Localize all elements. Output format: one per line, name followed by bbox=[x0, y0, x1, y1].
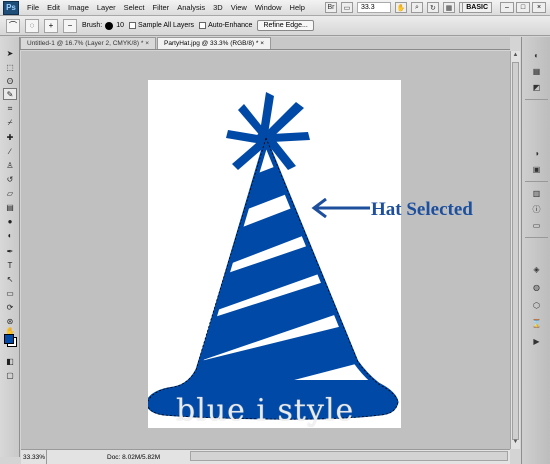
close-icon: × bbox=[260, 40, 265, 47]
menu-view[interactable]: View bbox=[227, 0, 251, 16]
window-controls: – □ × bbox=[500, 2, 546, 13]
styles-icon[interactable]: ◩ bbox=[529, 81, 544, 94]
zoom-tool-icon[interactable]: ⌕ bbox=[410, 2, 423, 13]
menu-edit[interactable]: Edit bbox=[43, 0, 64, 16]
brush-size: 10 bbox=[116, 22, 125, 29]
dodge-icon[interactable]: ◐ bbox=[3, 229, 17, 241]
panel-dock: ◐ ▦ ◩ ◑ ▣ ▥ ⓘ ▭ ◈ ◍ ⬡ ⌛ ▶ bbox=[521, 37, 550, 464]
channels-icon[interactable]: ◍ bbox=[529, 281, 544, 294]
watermark: blue i style bbox=[176, 393, 355, 428]
new-selection-icon[interactable]: ◌ bbox=[25, 18, 39, 33]
mini-bridge-icon[interactable]: ▭ bbox=[340, 2, 353, 13]
menu-help[interactable]: Help bbox=[286, 0, 309, 16]
menu-bar: Ps File Edit Image Layer Select Filter A… bbox=[0, 0, 550, 16]
bridge-icon[interactable]: Br bbox=[324, 2, 337, 13]
eyedropper-icon[interactable]: ⌿ bbox=[3, 117, 17, 129]
gradient-icon[interactable]: ▤ bbox=[3, 201, 17, 213]
menu-image[interactable]: Image bbox=[64, 0, 93, 16]
photoshop-logo: Ps bbox=[3, 0, 19, 15]
paths-icon[interactable]: ⬡ bbox=[529, 299, 544, 312]
scroll-thumb[interactable] bbox=[512, 62, 519, 440]
annotation-label: Hat Selected bbox=[371, 199, 473, 220]
menu-analysis[interactable]: Analysis bbox=[173, 0, 209, 16]
sample-all-layers-checkbox[interactable]: Sample All Layers bbox=[129, 22, 194, 29]
shape-icon[interactable]: ▭ bbox=[3, 287, 17, 299]
brush-picker[interactable]: Brush: 10 bbox=[82, 21, 125, 30]
menu-filter[interactable]: Filter bbox=[149, 0, 174, 16]
menu-select[interactable]: Select bbox=[120, 0, 149, 16]
actions-icon[interactable]: ▶ bbox=[529, 335, 544, 348]
menu-window[interactable]: Window bbox=[251, 0, 286, 16]
maximize-button[interactable]: □ bbox=[516, 2, 530, 13]
path-selection-icon[interactable]: ↖ bbox=[3, 273, 17, 285]
pen-icon[interactable]: ✒ bbox=[3, 245, 17, 257]
document-tabs: Untitled-1 @ 16.7% (Layer 2, CMYK/8) * ×… bbox=[20, 37, 510, 50]
vertical-scrollbar[interactable]: ▲ ▼ bbox=[510, 51, 520, 449]
marquee-icon[interactable]: ⬚ bbox=[3, 61, 17, 73]
layers-icon[interactable]: ◈ bbox=[529, 263, 544, 276]
workspace-switcher[interactable]: BASIC bbox=[462, 2, 492, 13]
add-to-selection-icon[interactable]: + bbox=[44, 18, 58, 33]
menu-3d[interactable]: 3D bbox=[209, 0, 227, 16]
histogram-icon[interactable]: ▥ bbox=[529, 187, 544, 200]
party-hat-image bbox=[148, 92, 399, 420]
arrange-documents-icon[interactable]: ▦ bbox=[442, 2, 455, 13]
info-icon[interactable]: ⓘ bbox=[529, 203, 544, 216]
healing-icon[interactable]: ✚ bbox=[3, 131, 17, 143]
document-canvas[interactable] bbox=[148, 80, 401, 428]
brush-tip-icon bbox=[105, 21, 114, 30]
scroll-down-icon[interactable]: ▼ bbox=[512, 439, 519, 448]
navigator-icon[interactable]: ▭ bbox=[529, 219, 544, 232]
auto-enhance-checkbox[interactable]: Auto-Enhance bbox=[199, 22, 252, 29]
quick-selection-preset-icon[interactable]: ⌒ bbox=[6, 18, 20, 33]
status-doc-size: Doc: 8.02M/5.82M bbox=[107, 453, 161, 461]
3d-rotate-icon[interactable]: ⟳ bbox=[3, 301, 17, 313]
brush-icon[interactable]: ∕ bbox=[3, 145, 17, 157]
masks-icon[interactable]: ▣ bbox=[529, 163, 544, 176]
history-brush-icon[interactable]: ↺ bbox=[3, 173, 17, 185]
quick-selection-icon[interactable]: ✎ bbox=[3, 88, 17, 100]
history-icon[interactable]: ⌛ bbox=[529, 317, 544, 330]
blur-icon[interactable]: ● bbox=[3, 215, 17, 227]
minimize-button[interactable]: – bbox=[500, 2, 514, 13]
lasso-icon[interactable]: ʘ bbox=[3, 75, 17, 87]
menu-file[interactable]: File bbox=[23, 0, 43, 16]
scroll-up-icon[interactable]: ▲ bbox=[512, 52, 519, 61]
options-bar: ⌒ ◌ + − Brush: 10 Sample All Layers Auto… bbox=[0, 16, 550, 36]
close-button[interactable]: × bbox=[532, 2, 546, 13]
color-icon[interactable]: ◐ bbox=[529, 49, 544, 62]
brush-label: Brush: bbox=[82, 22, 103, 29]
subtract-from-selection-icon[interactable]: − bbox=[63, 18, 77, 33]
swatches-icon[interactable]: ▦ bbox=[529, 65, 544, 78]
clone-stamp-icon[interactable]: ♙ bbox=[3, 159, 17, 171]
eraser-icon[interactable]: ▱ bbox=[3, 187, 17, 199]
quick-mask-icon[interactable]: ◧ bbox=[3, 355, 17, 367]
crop-icon[interactable]: ⌗ bbox=[3, 103, 17, 115]
horizontal-scrollbar[interactable] bbox=[190, 451, 508, 461]
type-icon[interactable]: T bbox=[3, 259, 17, 271]
hand-tool-icon[interactable]: ✋ bbox=[394, 2, 407, 13]
close-icon: × bbox=[145, 40, 150, 47]
rotate-view-icon[interactable]: ↻ bbox=[426, 2, 439, 13]
foreground-color-swatch[interactable] bbox=[4, 334, 14, 344]
tab-untitled-1[interactable]: Untitled-1 @ 16.7% (Layer 2, CMYK/8) * × bbox=[20, 37, 157, 49]
zoom-level-field[interactable]: 33.3 bbox=[356, 2, 391, 13]
application-bar: Br ▭ 33.3 ✋ ⌕ ↻ ▦ ▣ bbox=[324, 2, 471, 13]
move-icon[interactable]: ➤ bbox=[3, 47, 17, 59]
tab-partyhat[interactable]: PartyHat.jpg @ 33.3% (RGB/8) * × bbox=[157, 37, 272, 49]
adjustments-icon[interactable]: ◑ bbox=[529, 147, 544, 160]
refine-edge-button[interactable]: Refine Edge... bbox=[257, 20, 314, 31]
screen-mode-toggle-icon[interactable]: ▢ bbox=[3, 369, 17, 381]
menu-layer[interactable]: Layer bbox=[93, 0, 120, 16]
status-zoom[interactable]: 33.33% bbox=[21, 450, 47, 464]
tools-panel: ➤ ⬚ ʘ ✎ ⌗ ⌿ ✚ ∕ ♙ ↺ ▱ ▤ ● ◐ ✒ T ↖ ▭ ⟳ ⊛ … bbox=[0, 37, 20, 457]
annotation-arrow-icon bbox=[311, 198, 370, 218]
